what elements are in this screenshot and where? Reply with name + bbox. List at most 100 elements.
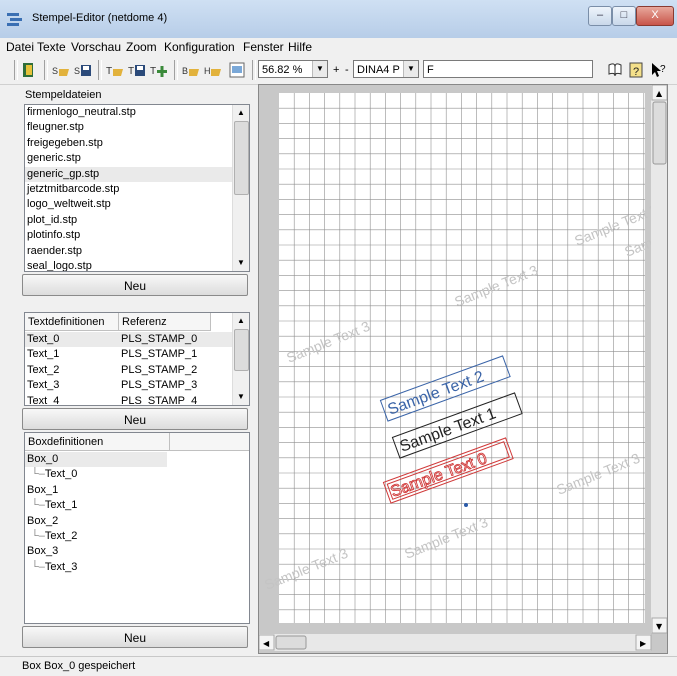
svg-text:?: ? <box>660 64 666 75</box>
canvas-vscroll[interactable] <box>651 85 668 633</box>
exit-icon[interactable] <box>20 61 38 79</box>
column-header-referenz[interactable]: Referenz <box>119 313 211 331</box>
svg-text:T: T <box>150 66 156 77</box>
tree-item-label: Text_1 <box>44 499 78 512</box>
zoom-minus[interactable]: - <box>345 61 349 79</box>
stamp-file-item[interactable]: plot_id.stp <box>25 213 233 228</box>
text-name-cell: Text_0 <box>27 333 60 345</box>
close-button[interactable]: X <box>636 6 674 26</box>
preview-icon[interactable] <box>228 61 246 79</box>
new-box-button[interactable]: Neu <box>22 626 248 648</box>
table-row[interactable]: Text_3 PLS_STAMP_3 <box>25 378 233 393</box>
scroll-thumb[interactable] <box>234 121 249 195</box>
anchor-point[interactable] <box>464 503 468 507</box>
new-stamp-button[interactable]: Neu <box>22 274 248 296</box>
menu-datei[interactable]: Datei <box>6 40 34 54</box>
window-title: Stempel-Editor (netdome 4) <box>32 12 168 24</box>
paper-sheet[interactable] <box>279 93 645 623</box>
stamp-file-item[interactable]: raender.stp <box>25 244 233 259</box>
open-text-icon[interactable]: T <box>106 61 124 79</box>
open-box-icon[interactable]: B <box>182 61 200 79</box>
canvas-vscroll-thumb[interactable] <box>652 101 667 165</box>
text-table-scrollbar[interactable]: ▲ ▼ <box>232 313 249 405</box>
chevron-down-icon[interactable]: ▼ <box>312 61 327 77</box>
book-icon[interactable] <box>606 61 624 79</box>
zoom-plus[interactable]: + <box>333 61 339 79</box>
add-box-icon[interactable]: H <box>204 61 222 79</box>
stamp-file-item[interactable]: fleugner.stp <box>25 120 233 135</box>
scroll-thumb[interactable] <box>234 329 249 371</box>
preview-drawing[interactable]: Sample Text 3Sample Text 3Sample Text 3S… <box>259 85 668 654</box>
text-name-cell: Text_3 <box>27 379 60 392</box>
orientation-value: F <box>427 64 434 76</box>
table-row[interactable]: Text_0 PLS_STAMP_0 <box>25 332 233 348</box>
paper-size-combo[interactable]: DINA4 P ▼ <box>353 60 419 78</box>
stamp-file-item[interactable]: freigegeben.stp <box>25 136 233 151</box>
minimize-button[interactable]: – <box>588 6 612 26</box>
open-stamp-icon[interactable]: S <box>52 61 70 79</box>
svg-text:T: T <box>106 66 112 77</box>
menu-texte[interactable]: Texte <box>37 40 66 54</box>
menu-zoom[interactable]: Zoom <box>126 40 157 54</box>
scroll-down-icon[interactable]: ▼ <box>233 255 249 271</box>
scroll-up-icon[interactable]: ▲ <box>233 313 249 329</box>
tree-item-text[interactable]: └–Text_2 <box>25 529 249 544</box>
stamp-list-scrollbar[interactable]: ▲ ▼ <box>232 105 249 271</box>
column-header-textdefinitionen[interactable]: Textdefinitionen <box>25 313 119 331</box>
reference-cell: PLS_STAMP_2 <box>121 363 198 376</box>
svg-text:T: T <box>128 66 134 77</box>
svg-text:▼: ▼ <box>656 622 663 631</box>
column-header-empty <box>170 433 249 451</box>
stamp-file-item[interactable]: jetztmitbarcode.stp <box>25 182 233 197</box>
chevron-down-icon[interactable]: ▼ <box>403 61 418 77</box>
tree-item-box[interactable]: Box_0 <box>25 452 167 468</box>
help-icon[interactable]: ? <box>627 61 645 79</box>
stamp-file-item[interactable]: plotinfo.stp <box>25 228 233 243</box>
context-help-icon[interactable]: ? <box>650 61 668 79</box>
tree-connector: └– <box>31 560 45 573</box>
menu-fenster[interactable]: Fenster <box>243 40 284 54</box>
table-row[interactable]: Text_2 PLS_STAMP_2 <box>25 363 233 378</box>
tree-item-text[interactable]: └–Text_1 <box>25 498 249 513</box>
new-text-button[interactable]: Neu <box>22 408 248 430</box>
scroll-up-icon[interactable]: ▲ <box>233 105 249 121</box>
maximize-button[interactable]: □ <box>612 6 636 26</box>
stamp-preview-canvas[interactable]: Sample Text 3 Sample Text 3 Sample Text 3S… <box>258 84 668 654</box>
reference-cell: PLS_STAMP_3 <box>121 379 198 392</box>
stamp-file-list[interactable]: firmenlogo_neutral.stp fleugner.stp freige… <box>24 104 250 272</box>
menu-bar: Datei Texte Vorschau Zoom Konfiguration … <box>0 38 677 56</box>
stamp-file-item[interactable]: generic_gp.stp <box>25 166 233 182</box>
stamp-file-item[interactable]: firmenlogo_neutral.stp <box>25 105 233 120</box>
stamp-file-item[interactable]: logo_weltweit.stp <box>25 197 233 212</box>
column-header-boxdefinitionen[interactable]: Boxdefinitionen <box>25 433 170 451</box>
svg-text:?: ? <box>633 66 639 78</box>
save-stamp-icon[interactable]: S <box>74 61 92 79</box>
title-bar[interactable]: Stempel-Editor (netdome 4) – □ X <box>0 0 677 39</box>
menu-hilfe[interactable]: Hilfe <box>288 40 312 54</box>
save-text-icon[interactable]: T <box>128 61 146 79</box>
stamp-file-item[interactable]: generic.stp <box>25 151 233 166</box>
add-text-icon[interactable]: T <box>150 61 168 79</box>
tree-item-text[interactable]: └–Text_0 <box>25 467 249 482</box>
box-definition-tree[interactable]: Boxdefinitionen Box_0 └–Text_0 Box_1 └–Text… <box>24 432 250 624</box>
tree-item-label: Text_2 <box>44 529 78 542</box>
tree-item-box[interactable]: Box_3 <box>25 544 167 559</box>
table-row[interactable]: Text_4 PLS_STAMP_4 <box>25 394 233 405</box>
canvas-hscroll-thumb[interactable] <box>275 635 307 650</box>
table-row[interactable]: Text_1 PLS_STAMP_1 <box>25 347 233 362</box>
tree-item-text[interactable]: └–Text_3 <box>25 560 249 575</box>
tree-connector: └– <box>31 499 45 512</box>
reference-cell: PLS_STAMP_0 <box>121 333 198 345</box>
zoom-value: 56.82 % <box>262 64 303 76</box>
menu-konfiguration[interactable]: Konfiguration <box>164 40 235 54</box>
menu-vorschau[interactable]: Vorschau <box>71 40 121 54</box>
scroll-down-icon[interactable]: ▼ <box>233 389 249 405</box>
tree-item-box[interactable]: Box_2 <box>25 514 167 529</box>
stamp-file-item[interactable]: seal_logo.stp <box>25 259 233 271</box>
text-definition-table[interactable]: Textdefinitionen Referenz Text_0 PLS_STAM… <box>24 312 250 406</box>
tree-item-box[interactable]: Box_1 <box>25 483 167 498</box>
canvas-hscroll[interactable] <box>259 634 651 651</box>
app-icon <box>7 13 22 26</box>
zoom-combo[interactable]: 56.82 % ▼ <box>258 60 328 78</box>
orientation-field[interactable]: F <box>423 60 593 78</box>
